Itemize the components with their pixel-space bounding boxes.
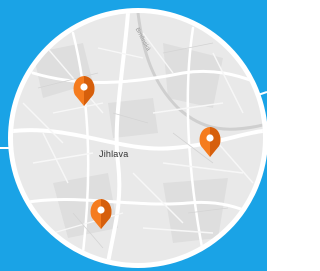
map-view[interactable]: Brněnská Jihlava: [13, 13, 263, 263]
map-pin-icon: [80, 83, 88, 91]
city-label: Jihlava: [99, 149, 129, 159]
map-pin-icon: [97, 206, 105, 214]
street-map: [13, 13, 263, 263]
location-pin-east[interactable]: [199, 126, 221, 158]
location-pin-south[interactable]: [90, 198, 112, 230]
map-pin-icon: [206, 134, 214, 142]
location-pin-north[interactable]: [73, 75, 95, 107]
map-widget: Brněnská Jihlava: [0, 0, 267, 271]
